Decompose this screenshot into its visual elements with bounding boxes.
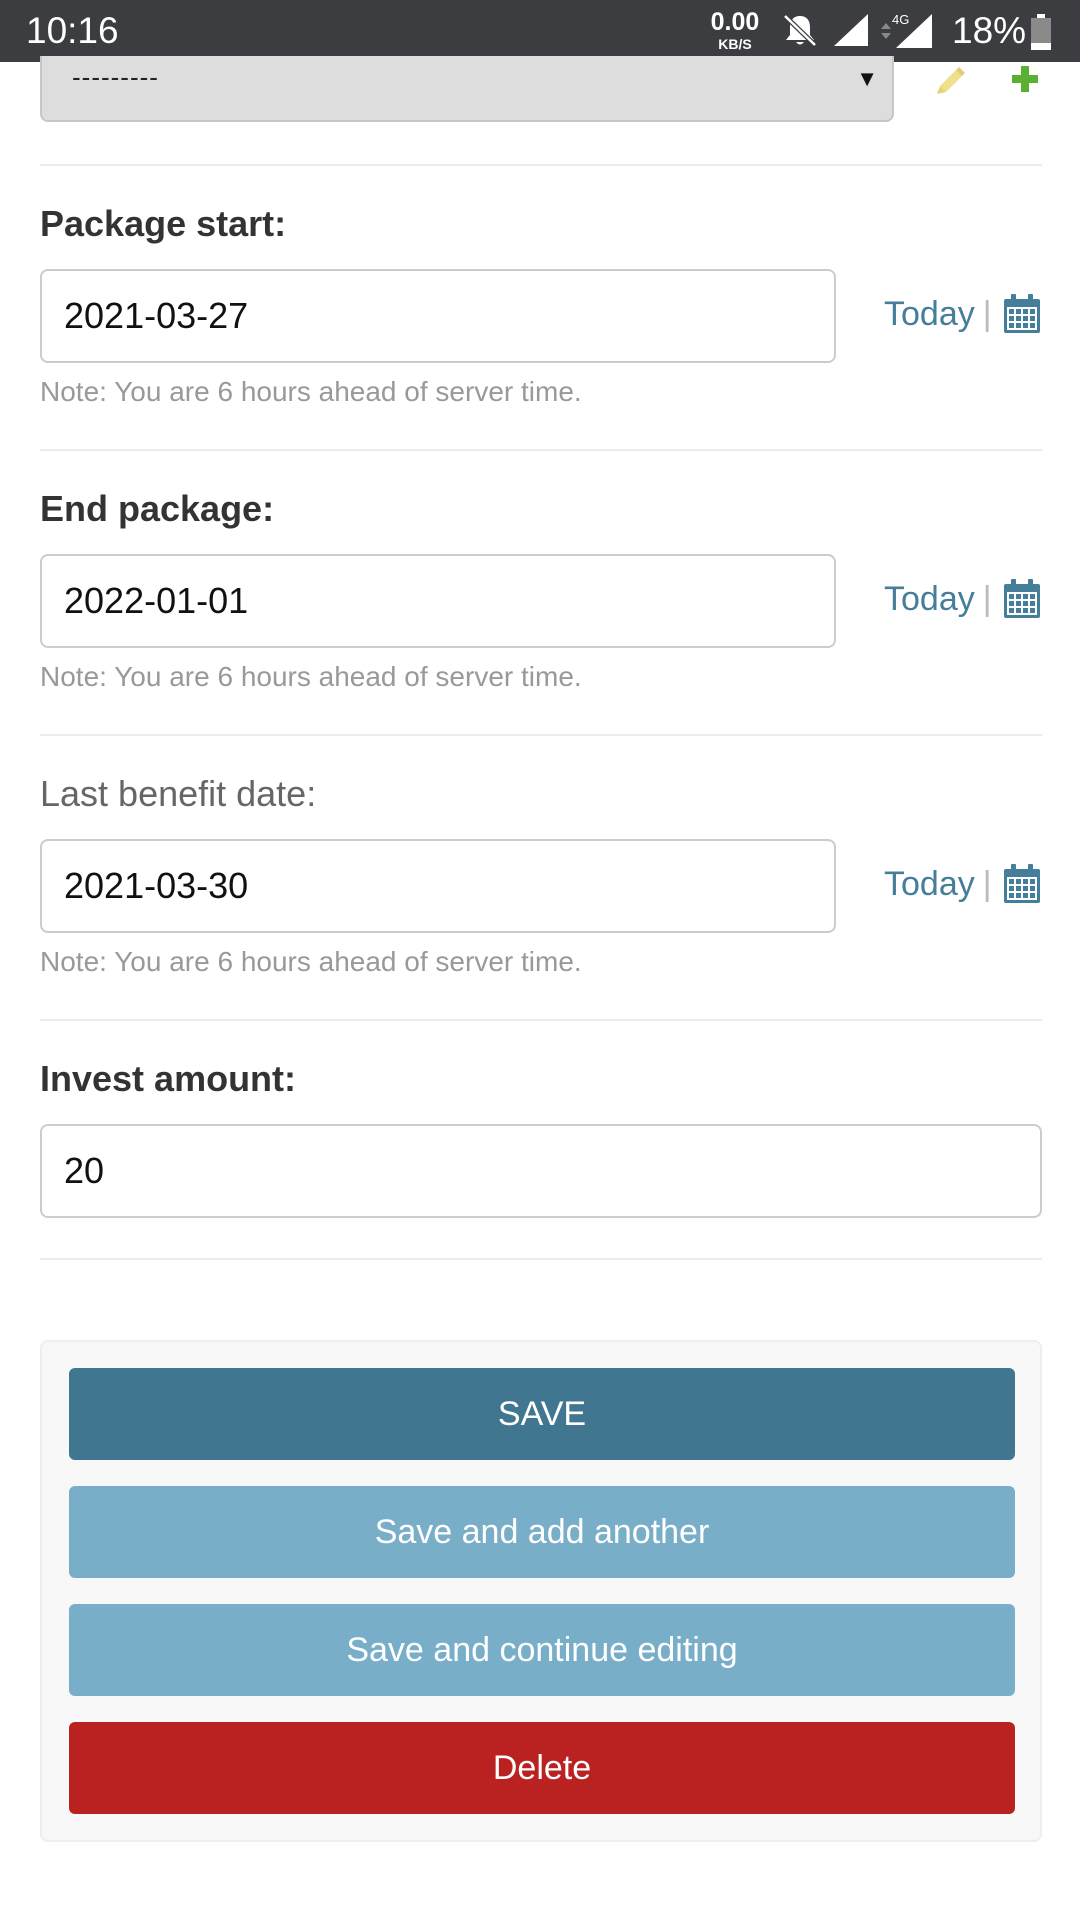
today-link[interactable]: Today xyxy=(884,865,975,904)
separator: | xyxy=(982,864,992,903)
divider xyxy=(40,449,1042,451)
separator: | xyxy=(982,579,992,618)
calendar-icon[interactable] xyxy=(1002,578,1042,620)
server-time-note: Note: You are 6 hours ahead of server ti… xyxy=(40,661,582,692)
save-button[interactable]: SAVE xyxy=(69,1368,1015,1460)
separator: | xyxy=(982,294,992,333)
pencil-icon[interactable] xyxy=(934,62,968,101)
save-and-add-another-button[interactable]: Save and add another xyxy=(69,1486,1015,1578)
end-package-shortcuts: Today | xyxy=(884,574,1042,624)
signal-icon xyxy=(832,12,870,53)
server-time-note: Note: You are 6 hours ahead of server ti… xyxy=(40,376,582,407)
package-start-label: Package start: xyxy=(40,203,287,244)
divider xyxy=(40,734,1042,736)
dropdown-arrow-icon: ▼ xyxy=(856,66,878,91)
bell-off-icon xyxy=(780,12,820,53)
end-package-input[interactable]: 2022-01-01 xyxy=(40,554,836,648)
signal-4g-icon: 4G xyxy=(878,10,940,55)
invest-amount-label: Invest amount: xyxy=(40,1058,297,1099)
submit-row: SAVE Save and add another Save and conti… xyxy=(40,1340,1042,1842)
status-time: 10:16 xyxy=(26,10,119,51)
today-link[interactable]: Today xyxy=(884,295,975,334)
package-start-input[interactable]: 2021-03-27 xyxy=(40,269,836,363)
status-bar: 10:16 0.00 KB/S 4G 18% xyxy=(0,0,1080,62)
delete-button[interactable]: Delete xyxy=(69,1722,1015,1814)
calendar-icon[interactable] xyxy=(1002,293,1042,335)
divider xyxy=(40,1019,1042,1021)
net-speed: 0.00 KB/S xyxy=(710,8,760,52)
battery-icon xyxy=(1030,14,1052,55)
package-start-shortcuts: Today | xyxy=(884,289,1042,339)
last-benefit-date-shortcuts: Today | xyxy=(884,859,1042,909)
server-time-note: Note: You are 6 hours ahead of server ti… xyxy=(40,946,582,977)
plus-icon[interactable] xyxy=(1010,64,1040,99)
invest-amount-input[interactable]: 20 xyxy=(40,1124,1042,1218)
calendar-icon[interactable] xyxy=(1002,863,1042,905)
select-value: --------- xyxy=(72,62,159,92)
save-and-continue-button[interactable]: Save and continue editing xyxy=(69,1604,1015,1696)
net-speed-unit: KB/S xyxy=(718,36,752,52)
foreign-key-select[interactable]: --------- ▼ xyxy=(40,56,894,122)
last-benefit-date-label: Last benefit date: xyxy=(40,773,317,814)
last-benefit-date-input[interactable]: 2021-03-30 xyxy=(40,839,836,933)
network-type-label: 4G xyxy=(892,12,909,27)
divider xyxy=(40,164,1042,166)
battery-percent: 18% xyxy=(952,10,1027,51)
today-link[interactable]: Today xyxy=(884,580,975,619)
divider xyxy=(40,1258,1042,1260)
net-speed-value: 0.00 xyxy=(710,8,760,36)
end-package-label: End package: xyxy=(40,488,275,529)
